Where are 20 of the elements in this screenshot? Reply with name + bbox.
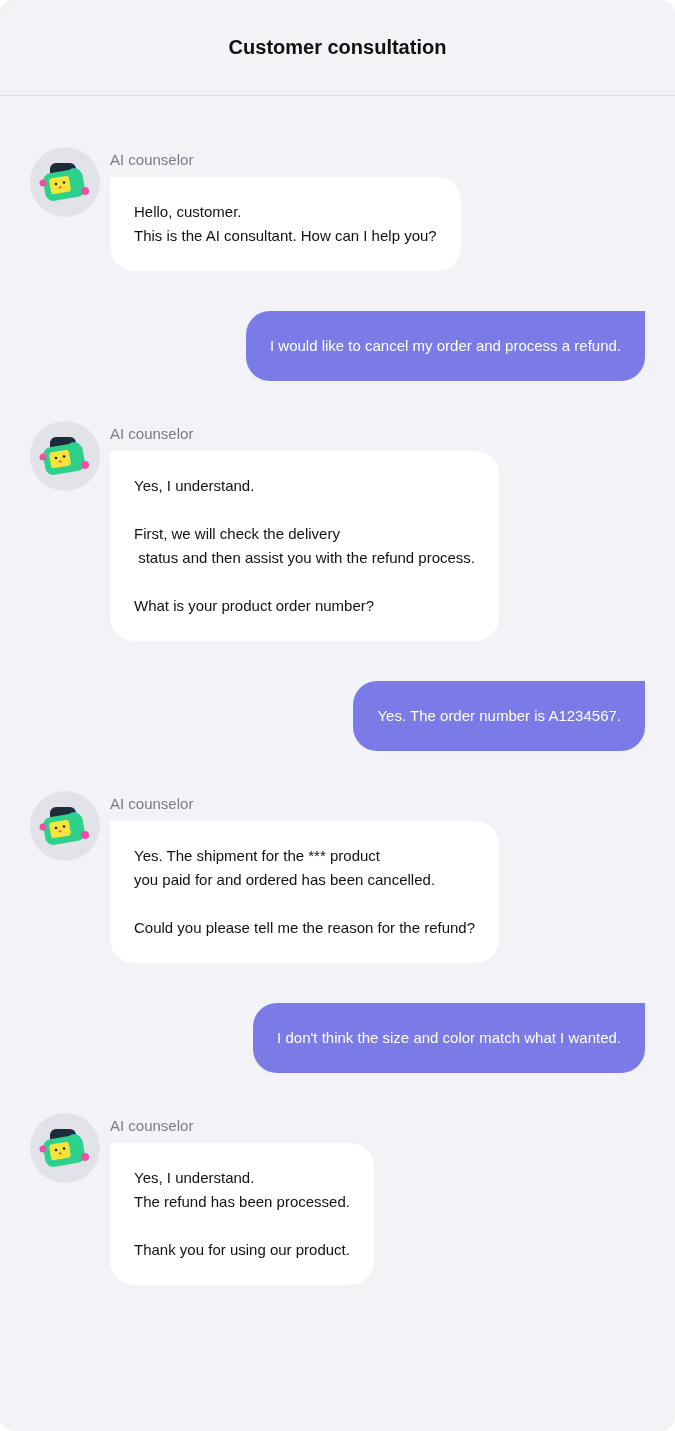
message-text: I would like to cancel my order and process a refund.: [270, 336, 621, 356]
page-title: Customer consultation: [228, 36, 447, 59]
message-text: Yes, I understand. The refund has been processed.: [134, 1168, 350, 1212]
robot-avatar-icon: [30, 791, 100, 861]
message-text: Yes, I understand.: [134, 476, 256, 496]
message-text: Thank you for using our product.: [134, 1240, 350, 1260]
message-text: First, we will check the delivery status and then assist you with the refund process.: [134, 524, 476, 568]
robot-avatar-icon: [30, 421, 100, 491]
message-text: What is your product order number?: [134, 596, 376, 616]
robot-avatar-icon: [30, 147, 100, 217]
message-text: Hello, customer. This is the AI consultant. How can I help you?: [134, 202, 437, 246]
robot-avatar-icon: [30, 1113, 100, 1183]
message-text: Yes. The shipment for the *** product you paid for and ordered has been cancelled.: [134, 846, 437, 890]
sender-name: AI counselor: [110, 151, 194, 169]
sender-name: AI counselor: [110, 425, 194, 443]
sender-name: AI counselor: [110, 795, 194, 813]
message-text: Yes. The order number is A1234567.: [377, 706, 621, 726]
sender-name: AI counselor: [110, 1117, 194, 1135]
message-text: Could you please tell me the reason for the refund?: [134, 918, 476, 938]
message-text: I don't think the size and color match what I wanted.: [277, 1028, 621, 1048]
